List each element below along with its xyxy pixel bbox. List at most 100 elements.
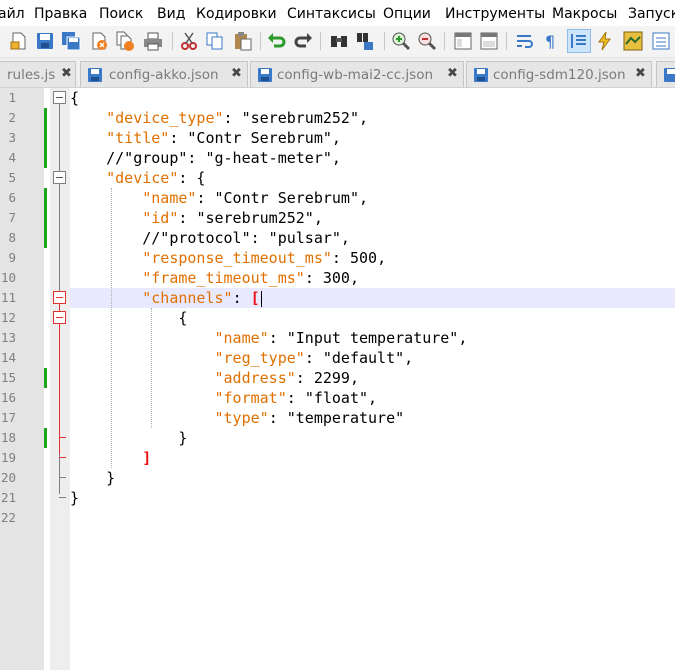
code-token: 2299 — [313, 369, 350, 387]
tab-close-icon[interactable]: ✖ — [231, 66, 242, 82]
paste-icon[interactable] — [232, 30, 254, 52]
editor[interactable]: 1 2 3 4 5 6 7 8 9 10 11 12 13 14 15 16 17 18 19 20 21 22 { "d… — [0, 88, 675, 670]
code-line[interactable]: "reg_type": "default", — [70, 348, 414, 368]
json-key: "format" — [214, 389, 287, 407]
code-line[interactable]: } — [70, 468, 115, 488]
save-all-icon[interactable] — [60, 30, 82, 52]
code-line[interactable]: { — [70, 88, 79, 108]
new-file-icon[interactable] — [8, 30, 30, 52]
json-key: "type" — [214, 409, 269, 427]
save-icon[interactable] — [34, 30, 56, 52]
fold-toggle-icon[interactable] — [53, 91, 66, 104]
word-wrap-icon[interactable] — [514, 30, 536, 52]
zoom-in-icon[interactable] — [390, 30, 412, 52]
undo-icon[interactable] — [266, 30, 288, 52]
sync-vertical-icon[interactable] — [452, 30, 474, 52]
tab-close-icon[interactable]: ✖ — [635, 66, 646, 82]
tab-config-sdm120[interactable]: config-sdm120.json ✖ — [466, 61, 652, 87]
json-key: "device_type" — [106, 109, 224, 127]
code-line[interactable]: "response_timeout_ms": 500, — [70, 248, 386, 268]
json-key: "reg_type" — [214, 349, 305, 367]
menu-file[interactable]: айл — [0, 5, 25, 23]
toolbar-separator — [384, 32, 385, 50]
menu-run[interactable]: Запуск — [628, 5, 675, 23]
menu-view[interactable]: Вид — [157, 5, 185, 23]
menu-bar: айл Правка Поиск Вид Кодировки Синтаксис… — [0, 0, 675, 26]
code-token: : — [331, 249, 350, 267]
code-token: { — [70, 89, 80, 107]
code-line[interactable]: //"protocol": "pulsar", — [70, 228, 350, 248]
find-icon[interactable] — [328, 30, 350, 52]
sync-horizontal-icon[interactable] — [478, 30, 500, 52]
replace-icon[interactable] — [354, 30, 376, 52]
saved-file-icon — [258, 68, 272, 82]
function-list-icon[interactable] — [650, 30, 672, 52]
cut-icon[interactable] — [178, 30, 200, 52]
code-line[interactable]: "frame_timeout_ms": 300, — [70, 268, 359, 288]
code-line[interactable]: //"group": "g-heat-meter", — [70, 148, 341, 168]
fold-toggle-icon[interactable] — [53, 291, 66, 304]
line-number: 18 — [0, 430, 16, 445]
fold-toggle-icon[interactable] — [53, 171, 66, 184]
user-defined-language-icon[interactable] — [594, 30, 616, 52]
code-token: : — [223, 109, 242, 127]
toolbar-separator — [172, 32, 173, 50]
code-line[interactable]: "title": "Contr Serebrum", — [70, 128, 341, 148]
code-line[interactable]: "type": "temperature" — [70, 408, 405, 428]
code-line[interactable]: ] — [70, 448, 151, 468]
close-all-icon[interactable] — [114, 30, 136, 52]
indent-guide-icon[interactable] — [567, 29, 591, 53]
code-token: , — [359, 189, 369, 207]
code-token: "temperature" — [286, 409, 405, 427]
tab-rules-js[interactable]: rules.js ✖ — [0, 61, 76, 87]
saved-file-icon — [88, 68, 102, 82]
code-line[interactable]: "channels": [ — [70, 288, 262, 308]
fold-toggle-icon[interactable] — [53, 311, 66, 324]
menu-macros[interactable]: Макросы — [552, 5, 617, 23]
close-icon[interactable] — [88, 30, 110, 52]
matched-bracket: ] — [142, 449, 152, 467]
code-line[interactable]: } — [70, 428, 187, 448]
code-line[interactable]: "format": "float", — [70, 388, 378, 408]
show-all-chars-icon[interactable]: ¶ — [540, 30, 562, 52]
tab-overflow[interactable] — [656, 61, 675, 87]
print-icon[interactable] — [142, 30, 164, 52]
tab-config-akko[interactable]: config-akko.json ✖ — [80, 61, 248, 87]
code-line[interactable]: "id": "serebrum252", — [70, 208, 323, 228]
copy-icon[interactable] — [204, 30, 226, 52]
code-line[interactable]: "device": { — [70, 168, 205, 188]
code-line[interactable]: } — [70, 488, 79, 508]
json-key: "title" — [106, 129, 170, 147]
menu-syntax[interactable]: Синтаксисы — [287, 5, 376, 23]
code-line[interactable]: "name": "Contr Serebrum", — [70, 188, 368, 208]
zoom-out-icon[interactable] — [416, 30, 438, 52]
redo-icon[interactable] — [292, 30, 314, 52]
menu-encoding[interactable]: Кодировки — [196, 5, 277, 23]
line-number: 11 — [0, 290, 16, 305]
doc-map-icon[interactable] — [622, 30, 644, 52]
code-area[interactable]: { "device_type": "serebrum252", "title":… — [70, 88, 675, 670]
tab-close-icon[interactable]: ✖ — [61, 66, 72, 82]
code-line[interactable]: { — [70, 308, 187, 328]
code-line[interactable]: "name": "Input temperature", — [70, 328, 468, 348]
json-key: "id" — [142, 209, 179, 227]
menu-search[interactable]: Поиск — [99, 5, 143, 23]
menu-options[interactable]: Опции — [383, 5, 431, 23]
tab-close-icon[interactable]: ✖ — [447, 66, 458, 82]
menu-tools[interactable]: Инструменты — [445, 5, 545, 23]
code-token: { — [178, 309, 188, 327]
menu-edit[interactable]: Правка — [34, 5, 87, 23]
code-line[interactable]: "device_type": "serebrum252", — [70, 108, 368, 128]
fold-end-tick — [59, 457, 66, 458]
code-token: } — [106, 469, 116, 487]
code-line[interactable]: "address": 2299, — [70, 368, 360, 388]
code-token: , — [368, 389, 378, 407]
saved-file-icon — [474, 68, 488, 82]
tab-config-wb-mai2-cc[interactable]: config-wb-mai2-cc.json ✖ — [250, 61, 464, 87]
fold-margin — [50, 88, 70, 670]
